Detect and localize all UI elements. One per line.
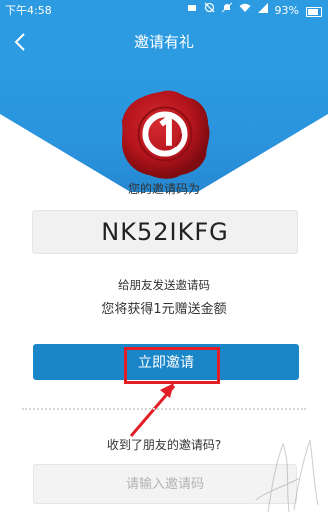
invite-code-label: 您的邀请码为 bbox=[127, 182, 200, 196]
status-bar: 下午4:58 93% bbox=[0, 0, 328, 22]
highlight-box bbox=[124, 347, 220, 384]
mute-icon bbox=[221, 0, 232, 22]
alarm-off-icon bbox=[204, 0, 215, 22]
page-title: 邀请有礼 bbox=[133, 33, 194, 51]
share-hint: 给朋友发送邀请码 bbox=[118, 278, 210, 292]
invite-code-value: NK52IKFG bbox=[32, 210, 298, 254]
received-code-question: 收到了朋友的邀请码? bbox=[106, 438, 222, 452]
reward-hint: 您将获得1元赠送金额 bbox=[101, 302, 227, 317]
wax-seal-logo bbox=[121, 90, 210, 179]
wifi-icon bbox=[239, 0, 251, 22]
battery-percent: 93% bbox=[274, 4, 299, 17]
invite-code-input[interactable] bbox=[33, 464, 297, 504]
status-time: 下午4:58 bbox=[5, 4, 52, 17]
cellular-signal-icon bbox=[257, 0, 268, 22]
title-bar: 邀请有礼 bbox=[0, 22, 328, 62]
status-icons: 93% bbox=[187, 0, 322, 22]
dotted-divider bbox=[22, 408, 306, 410]
battery-icon bbox=[306, 7, 322, 17]
message-icon bbox=[187, 0, 197, 22]
